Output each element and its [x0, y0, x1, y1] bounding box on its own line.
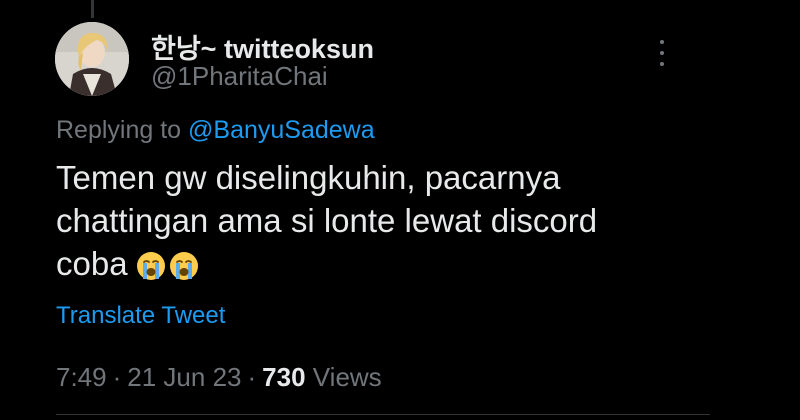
- loudly-crying-face-icon: [136, 252, 165, 280]
- more-dot: [660, 62, 664, 66]
- loudly-crying-face-icon: [169, 252, 198, 280]
- replying-to-label: Replying to: [56, 116, 182, 144]
- replying-to-mention[interactable]: @BanyuSadewa: [188, 116, 375, 144]
- tweet-text-line-last: coba: [56, 242, 696, 285]
- more-dot: [660, 40, 664, 44]
- separator: ·: [247, 362, 257, 392]
- tweet-time[interactable]: 7:49: [56, 362, 107, 392]
- tweet-text-line: coba: [56, 245, 128, 282]
- avatar-image: [55, 22, 129, 96]
- views-label[interactable]: Views: [313, 362, 382, 392]
- translate-tweet-link[interactable]: Translate Tweet: [56, 302, 225, 330]
- more-vertical-icon[interactable]: [650, 38, 674, 68]
- tweet-text: Temen gw diselingkuhin, pacarnya chattin…: [56, 156, 696, 285]
- avatar[interactable]: [55, 22, 129, 96]
- tweet-text-line: Temen gw diselingkuhin, pacarnya: [56, 159, 561, 196]
- replying-to-line: Replying to @BanyuSadewa: [56, 116, 375, 145]
- tweet-date[interactable]: 21 Jun 23: [127, 362, 241, 392]
- views-count[interactable]: 730: [262, 362, 305, 392]
- thread-connector-line: [91, 0, 94, 18]
- tweet-metadata: 7:49 · 21 Jun 23 · 730 Views: [56, 362, 382, 393]
- more-dot: [660, 51, 664, 55]
- tweet-text-line: chattingan ama si lonte lewat discord: [56, 202, 598, 239]
- separator: ·: [112, 362, 122, 392]
- divider: [56, 414, 710, 415]
- emoji-group: [136, 251, 199, 281]
- user-handle[interactable]: @1PharitaChai: [151, 61, 328, 92]
